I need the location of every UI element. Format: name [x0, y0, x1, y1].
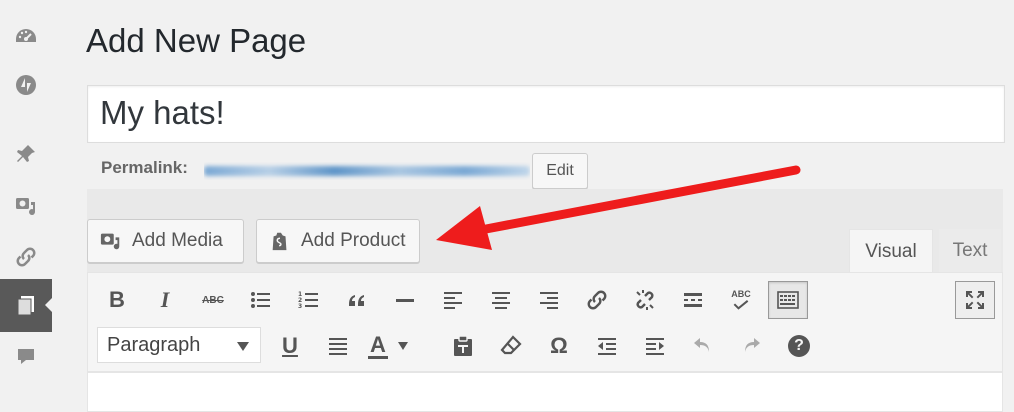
- comments-icon[interactable]: [13, 344, 39, 370]
- align-left-icon[interactable]: [438, 285, 468, 315]
- editor-toolbar: B I ABC 123 ABC Paragraph U A Ω ?: [87, 272, 1003, 372]
- toolbar-toggle-icon[interactable]: [768, 281, 808, 319]
- spellcheck-glyph: ABC: [731, 288, 751, 299]
- horizontal-line-icon[interactable]: [390, 285, 420, 315]
- clear-formatting-icon[interactable]: [496, 331, 526, 361]
- post-title-input[interactable]: My hats!: [87, 85, 1005, 143]
- svg-text:3: 3: [298, 303, 302, 310]
- media-icon[interactable]: [13, 193, 39, 219]
- text-color-glyph: A: [368, 331, 388, 359]
- format-select[interactable]: Paragraph: [97, 327, 261, 363]
- bulleted-list-icon[interactable]: [246, 285, 276, 315]
- add-product-label: Add Product: [301, 230, 406, 251]
- main-content: Add New Page My hats! Permalink: Edit Ad…: [52, 0, 1014, 412]
- admin-sidebar: [0, 0, 53, 412]
- strikethrough-icon[interactable]: ABC: [198, 285, 228, 315]
- permalink-label: Permalink:: [101, 158, 188, 177]
- add-product-button[interactable]: Add Product: [256, 219, 420, 263]
- shopify-bag-icon: [272, 232, 287, 251]
- editor-wrap: Add Media Add Product Visual Text B I AB…: [87, 189, 1003, 412]
- format-select-value: Paragraph: [107, 333, 201, 356]
- chevron-down-icon: [237, 342, 249, 351]
- add-media-button[interactable]: Add Media: [87, 219, 244, 263]
- outdent-icon[interactable]: [592, 331, 622, 361]
- pin-icon[interactable]: [13, 141, 39, 167]
- post-title-value: My hats!: [100, 94, 225, 131]
- editor-content-area[interactable]: [87, 372, 1003, 412]
- indent-icon[interactable]: [640, 331, 670, 361]
- spellcheck-icon[interactable]: ABC: [726, 285, 756, 315]
- bold-icon[interactable]: B: [102, 285, 132, 315]
- dashboard-icon[interactable]: [13, 24, 39, 50]
- help-glyph: ?: [788, 335, 810, 357]
- numbered-list-icon[interactable]: 123: [294, 285, 324, 315]
- undo-icon[interactable]: [688, 331, 718, 361]
- text-color-icon[interactable]: A: [368, 331, 418, 361]
- tab-visual[interactable]: Visual: [849, 229, 933, 274]
- jetpack-icon[interactable]: [13, 72, 39, 98]
- unlink-icon[interactable]: [630, 285, 660, 315]
- permalink-edit-button[interactable]: Edit: [532, 153, 588, 189]
- add-media-label: Add Media: [132, 230, 223, 251]
- link-icon[interactable]: [13, 244, 39, 270]
- italic-icon[interactable]: I: [150, 285, 180, 315]
- fullscreen-icon[interactable]: [955, 281, 995, 319]
- read-more-icon[interactable]: [678, 285, 708, 315]
- special-character-icon[interactable]: Ω: [544, 331, 574, 361]
- align-right-icon[interactable]: [534, 285, 564, 315]
- permalink-url-blurred[interactable]: [204, 162, 530, 180]
- blockquote-icon[interactable]: [342, 285, 372, 315]
- pages-icon[interactable]: [13, 292, 39, 318]
- page-title: Add New Page: [86, 22, 307, 59]
- paste-as-text-icon[interactable]: [448, 331, 478, 361]
- caret-down-icon: [397, 342, 408, 350]
- redo-icon[interactable]: [736, 331, 766, 361]
- help-icon[interactable]: ?: [784, 331, 814, 361]
- link-icon[interactable]: [582, 285, 612, 315]
- media-icon: [100, 233, 120, 250]
- align-center-icon[interactable]: [486, 285, 516, 315]
- justify-icon[interactable]: [323, 331, 353, 361]
- tab-text[interactable]: Text: [939, 229, 1001, 273]
- underline-icon[interactable]: U: [275, 331, 305, 361]
